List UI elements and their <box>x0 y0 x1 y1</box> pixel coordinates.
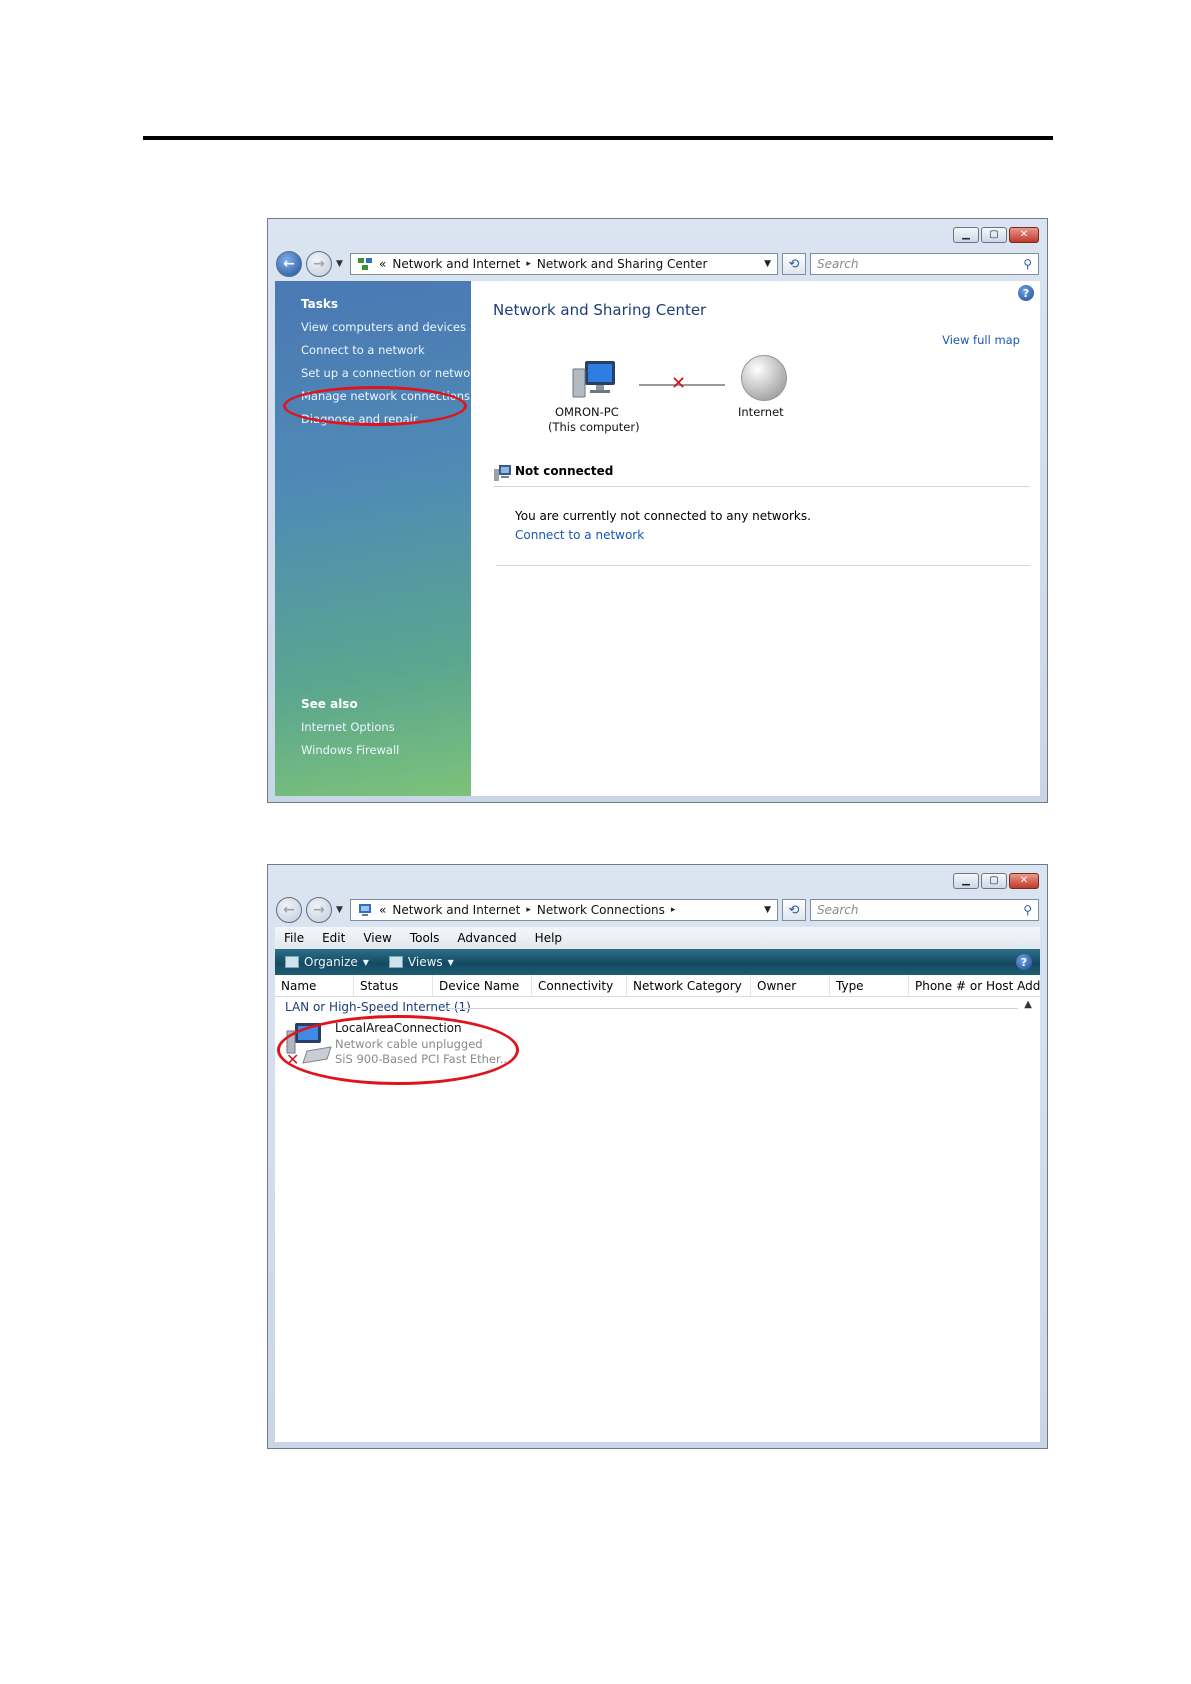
group-collapse-icon[interactable]: ▲ <box>1024 999 1032 1010</box>
search-box[interactable]: Search ⚲ <box>810 899 1039 921</box>
status-divider <box>493 486 1030 487</box>
search-icon[interactable]: ⚲ <box>1023 257 1032 271</box>
column-device-name[interactable]: Device Name <box>433 975 532 997</box>
breadcrumb-network-connections[interactable]: Network Connections <box>537 903 665 917</box>
computer-sub-label: (This computer) <box>548 420 640 434</box>
network-sharing-center-window: ▁ ▢ ✕ ← → ▼ « Network and Internet ▸ Net… <box>267 218 1048 803</box>
address-dropdown-icon[interactable]: ▼ <box>764 259 771 269</box>
views-label: Views <box>407 955 443 969</box>
recent-pages-dropdown-icon[interactable]: ▼ <box>336 905 346 915</box>
task-setup-connection[interactable]: Set up a connection or network <box>301 366 482 380</box>
computer-name-label: OMRON-PC <box>555 405 619 419</box>
connect-network-link[interactable]: Connect to a network <box>515 528 644 542</box>
menu-tools[interactable]: Tools <box>401 931 449 945</box>
title-bar: ▁ ▢ ✕ <box>268 219 1047 247</box>
disconnected-x-icon: ✕ <box>671 373 687 394</box>
back-button[interactable]: ← <box>276 251 302 277</box>
organize-button[interactable]: Organize ▼ <box>275 955 379 969</box>
group-header-lan[interactable]: LAN or High-Speed Internet (1) <box>285 1000 471 1014</box>
highlight-local-area-connection <box>277 1015 519 1085</box>
command-bar: Organize ▼ Views ▼ ? <box>275 949 1040 975</box>
breadcrumb-network-internet[interactable]: Network and Internet <box>392 257 520 271</box>
view-full-map-link[interactable]: View full map <box>942 333 1020 347</box>
page-title: Network and Sharing Center <box>493 301 707 319</box>
navigation-bar: ← → ▼ « Network and Internet ▸ Network a… <box>276 249 1039 279</box>
menu-advanced[interactable]: Advanced <box>448 931 525 945</box>
network-connections-window: ▁ ▢ ✕ ← → ▼ « Network and Internet ▸ Net… <box>267 864 1048 1449</box>
forward-button[interactable]: → <box>306 251 332 277</box>
navigation-bar: ← → ▼ « Network and Internet ▸ Network C… <box>276 895 1039 925</box>
back-button[interactable]: ← <box>276 897 302 923</box>
tasks-heading: Tasks <box>301 297 339 311</box>
close-button[interactable]: ✕ <box>1009 227 1039 243</box>
maximize-button[interactable]: ▢ <box>981 227 1007 243</box>
not-connected-icon <box>494 465 511 481</box>
search-box[interactable]: Search ⚲ <box>810 253 1039 275</box>
section-divider <box>496 565 1030 566</box>
title-bar: ▁ ▢ ✕ <box>268 865 1047 893</box>
menu-bar: File Edit View Tools Advanced Help <box>275 927 1040 949</box>
task-view-computers[interactable]: View computers and devices <box>301 320 466 334</box>
highlight-manage-connections <box>283 386 467 426</box>
column-headers: Name Status Device Name Connectivity Net… <box>275 975 1040 997</box>
views-button[interactable]: Views ▼ <box>379 955 464 969</box>
network-connections-folder-icon <box>359 904 371 916</box>
close-button[interactable]: ✕ <box>1009 873 1039 889</box>
search-input[interactable]: Search <box>817 257 1023 271</box>
task-pane: Tasks View computers and devices Connect… <box>275 281 482 796</box>
help-icon[interactable]: ? <box>1016 954 1032 970</box>
column-name[interactable]: Name <box>275 975 354 997</box>
column-connectivity[interactable]: Connectivity <box>532 975 627 997</box>
status-message: You are currently not connected to any n… <box>515 509 811 523</box>
network-folder-icon <box>358 258 372 270</box>
breadcrumb-sharing-center[interactable]: Network and Sharing Center <box>537 257 708 271</box>
internet-label: Internet <box>738 405 784 419</box>
organize-dropdown-icon: ▼ <box>362 957 369 967</box>
task-connect-network[interactable]: Connect to a network <box>301 343 425 357</box>
minimize-button[interactable]: ▁ <box>953 873 979 889</box>
connection-status-title: Not connected <box>515 464 614 478</box>
column-network-category[interactable]: Network Category <box>627 975 751 997</box>
search-input[interactable]: Search <box>817 903 1023 917</box>
search-icon[interactable]: ⚲ <box>1023 903 1032 917</box>
refresh-button[interactable]: ⟲ <box>782 253 806 275</box>
main-content: ? Network and Sharing Center View full m… <box>471 281 1040 796</box>
see-also-windows-firewall[interactable]: Windows Firewall <box>301 743 399 757</box>
column-owner[interactable]: Owner <box>751 975 830 997</box>
forward-button[interactable]: → <box>306 897 332 923</box>
computer-icon <box>572 361 615 398</box>
organize-icon <box>285 956 299 968</box>
maximize-button[interactable]: ▢ <box>981 873 1007 889</box>
breadcrumb-separator[interactable]: ▸ <box>526 259 531 269</box>
address-bar[interactable]: « Network and Internet ▸ Network and Sha… <box>350 253 778 275</box>
address-prefix: « <box>379 257 387 271</box>
window-controls: ▁ ▢ ✕ <box>953 227 1039 243</box>
menu-help[interactable]: Help <box>526 931 571 945</box>
menu-file[interactable]: File <box>275 931 313 945</box>
menu-edit[interactable]: Edit <box>313 931 354 945</box>
views-dropdown-icon: ▼ <box>447 957 454 967</box>
window-controls: ▁ ▢ ✕ <box>953 873 1039 889</box>
refresh-button[interactable]: ⟲ <box>782 899 806 921</box>
views-icon <box>388 956 403 968</box>
internet-globe-icon <box>741 355 787 401</box>
address-bar[interactable]: « Network and Internet ▸ Network Connect… <box>350 899 778 921</box>
help-icon[interactable]: ? <box>1018 285 1034 301</box>
breadcrumb-network-internet[interactable]: Network and Internet <box>392 903 520 917</box>
minimize-button[interactable]: ▁ <box>953 227 979 243</box>
column-status[interactable]: Status <box>354 975 433 997</box>
see-also-heading: See also <box>301 697 358 711</box>
page-top-rule <box>143 136 1053 140</box>
address-prefix: « <box>379 903 387 917</box>
address-dropdown-icon[interactable]: ▼ <box>764 905 771 915</box>
menu-view[interactable]: View <box>354 931 400 945</box>
breadcrumb-trailing-separator[interactable]: ▸ <box>671 905 676 915</box>
see-also-internet-options[interactable]: Internet Options <box>301 720 395 734</box>
column-type[interactable]: Type <box>830 975 909 997</box>
organize-label: Organize <box>304 955 358 969</box>
column-phone-host[interactable]: Phone # or Host Addre... <box>909 975 1040 997</box>
breadcrumb-separator[interactable]: ▸ <box>526 905 531 915</box>
group-divider <box>445 1008 1018 1009</box>
recent-pages-dropdown-icon[interactable]: ▼ <box>336 259 346 269</box>
